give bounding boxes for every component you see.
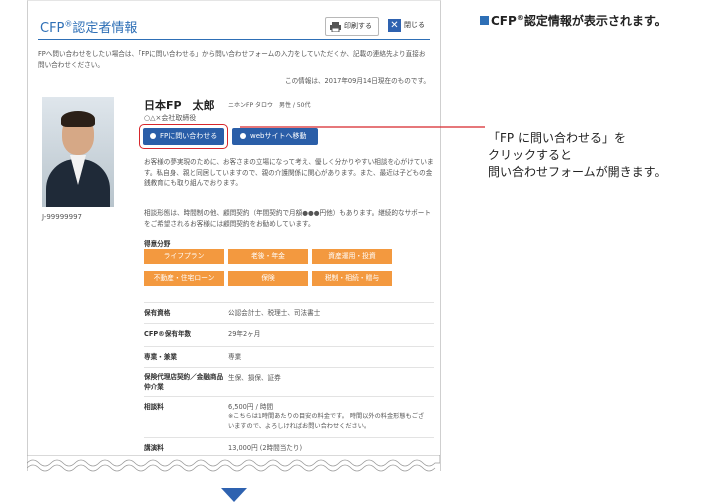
info-row: 講演料 13,000円 (2時間当たり) [144,437,434,452]
info-key: 保有資格 [144,309,171,317]
heading-prefix: CFP [491,14,517,28]
info-row: 相談料 6,500円 / 時間 ※こちらは1時間あたりの目安の料金です。 時間以外の… [144,396,434,430]
specialty-tag: 税制・相続・贈与 [312,271,392,286]
info-note: ※こちらは1時間あたりの目安の料金です。 時間以外の料金形態もございますので、よ… [228,413,425,430]
callout-leader-line [240,126,485,128]
square-bullet-icon [480,16,489,25]
info-value: 生保、損保、証券 [228,374,281,382]
contact-fp-button[interactable]: FPに問い合わせる [143,128,224,145]
title-divider [38,39,430,40]
panel-title-text: 認定者情報 [72,21,138,36]
close-button[interactable]: ✕ 閉じる [388,17,425,34]
panel-title-prefix: CFP [40,21,65,36]
consultation-description: 相談形態は、時間制の他、顧問契約（年間契約で月額●●●円他）もあります。継続的な… [144,209,431,228]
as-of-date: この情報は、2017年09月14日現在のものです。 [285,77,430,85]
close-icon: ✕ [388,19,401,32]
cfp-info-panel: CFP®認定者情報 印刷する ✕ 閉じる FPへ問い合わせをしたい場合は、「FP… [27,0,441,471]
profile-description: お客様の夢実現のために、お客さまの立場になって考え、優しく分かりやすい相談を心が… [144,158,434,187]
fp-company: ○△×会社取締役 [144,114,197,122]
torn-edge [27,455,440,472]
fp-name-kana: ニホンFP タロウ 男性 / 50代 [228,102,311,109]
info-value: 6,500円 / 時間 [228,403,274,411]
info-key: 講演料 [144,444,164,452]
fp-name: 日本FP 太郎 [144,99,215,112]
info-value: 専業 [228,353,242,361]
close-label: 閉じる [404,21,425,29]
specialty-tag: 資産運用・投資 [312,249,392,264]
specialty-label: 得意分野 [144,240,171,248]
info-row: 保有資格 公認会計士、税理士、司法書士 [144,302,434,317]
info-value: 29年2ヶ月 [228,330,261,338]
info-row: CFP®保有年数 29年2ヶ月 [144,323,434,338]
info-key: 専業・兼業 [144,353,177,361]
specialty-tag: 不動産・住宅ローン [144,271,224,286]
specialty-tag: 老後・年金 [228,249,308,264]
specialty-tag: ライフプラン [144,249,224,264]
info-value: 13,000円 (2時間当たり) [228,444,303,452]
callout-text: 「FP に問い合わせる」を クリックすると 問い合わせフォームが開きます。 [488,130,666,181]
info-key: 保険代理店契約／金融商品仲介業 [144,373,224,391]
printer-icon [330,21,341,32]
info-key: 相談料 [144,403,164,411]
heading-registered-mark: ® [516,14,524,22]
callout-line: 「FP に問い合わせる」を [488,131,626,145]
heading-text: 認定情報が表示されます。 [523,14,667,28]
profile-photo [42,97,114,207]
callout-line: 問い合わせフォームが開きます。 [488,165,667,179]
member-id: J-99999997 [42,213,82,221]
intro-text: FPへ問い合わせをしたい場合は、「FPに問い合わせる」から問い合わせフォームの入… [38,50,426,69]
callout-line: クリックすると [488,148,573,162]
contact-fp-label: FPに問い合わせる [160,132,218,140]
info-key: CFP®保有年数 [144,330,192,338]
specialty-tag: 保険 [228,271,308,286]
info-row: 専業・兼業 専業 [144,346,434,361]
page-heading: CFP®認定情報が表示されます。 [480,12,667,29]
circle-arrow-icon [150,133,156,139]
print-button[interactable]: 印刷する [325,17,379,36]
panel-title: CFP®認定者情報 [40,17,137,36]
info-row: 保険代理店契約／金融商品仲介業 生保、損保、証券 [144,367,434,391]
down-arrow-icon [221,488,247,502]
info-value: 公認会計士、税理士、司法書士 [228,309,321,317]
print-label: 印刷する [344,22,372,30]
